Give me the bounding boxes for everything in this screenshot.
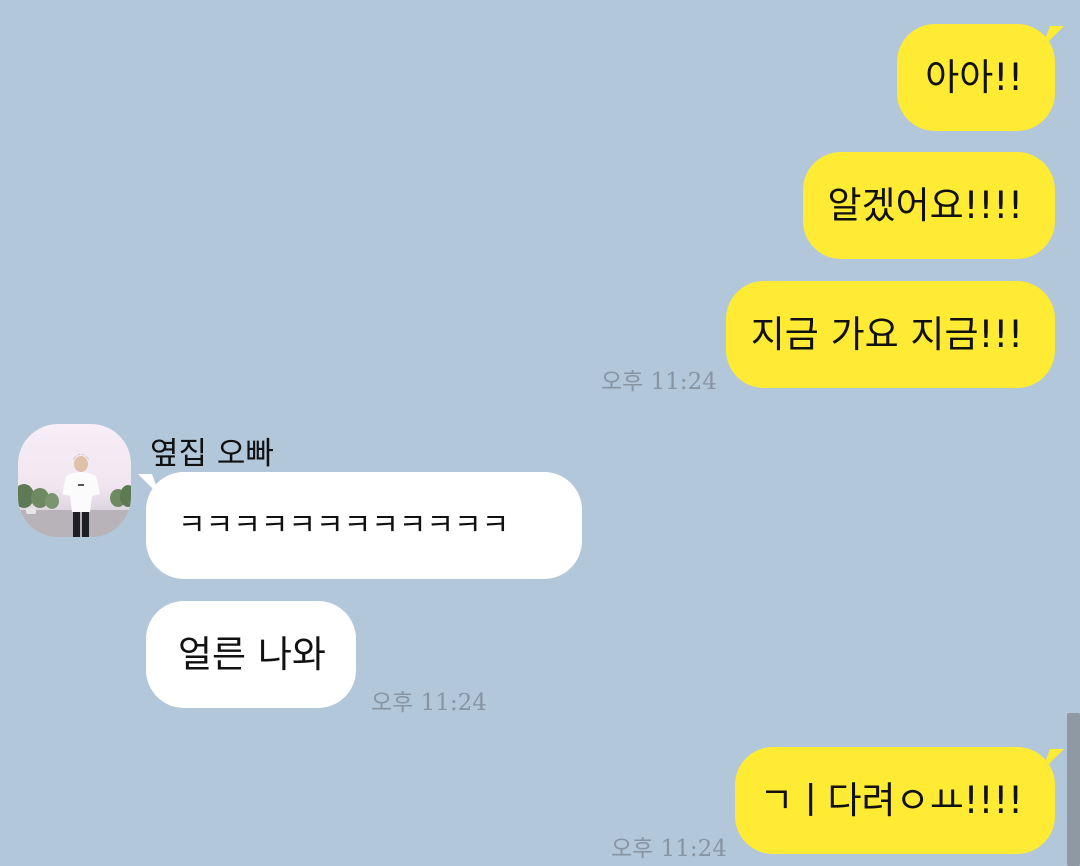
message-text: ㄱㅣ다려ㅇㅛ!!!! [759, 779, 1023, 822]
scrollbar-thumb[interactable] [1067, 713, 1080, 866]
sender-name: 옆집 오빠 [150, 436, 274, 472]
message-text: 알겠어요!!!! [827, 184, 1024, 227]
message-text: 얼른 나와 [178, 633, 326, 676]
bubble-tail [1041, 749, 1065, 771]
profile-photo-icon [18, 424, 131, 537]
sender-avatar[interactable] [18, 424, 131, 537]
outgoing-message-bubble[interactable]: 아아!! [897, 24, 1055, 131]
message-text: 지금 가요 지금!!! [750, 313, 1023, 356]
message-text: 아아!! [925, 56, 1023, 99]
outgoing-message-bubble[interactable]: ㄱㅣ다려ㅇㅛ!!!! [735, 747, 1055, 854]
bubble-tail [1041, 26, 1065, 48]
message-timestamp: 오후 11:24 [611, 836, 727, 862]
incoming-message-bubble[interactable]: ㅋㅋㅋㅋㅋㅋㅋㅋㅋㅋㅋㅋ [146, 472, 582, 579]
message-timestamp: 오후 11:24 [371, 690, 487, 716]
message-timestamp: 오후 11:24 [601, 369, 717, 395]
outgoing-message-bubble[interactable]: 알겠어요!!!! [803, 152, 1055, 259]
message-text: ㅋㅋㅋㅋㅋㅋㅋㅋㅋㅋㅋㅋ [178, 507, 510, 543]
incoming-message-bubble[interactable]: 얼른 나와 [146, 601, 356, 708]
outgoing-message-bubble[interactable]: 지금 가요 지금!!! [726, 281, 1055, 388]
